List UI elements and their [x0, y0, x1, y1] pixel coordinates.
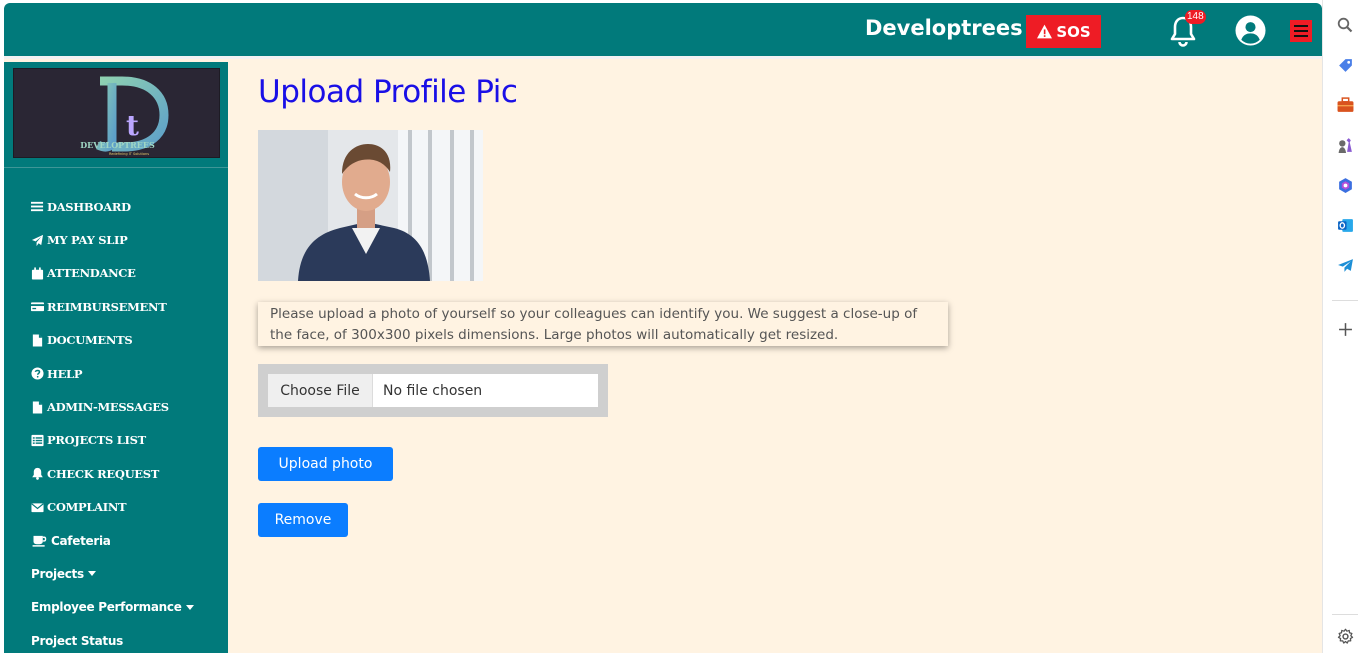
caret-down-icon — [185, 604, 194, 610]
paper-plane-icon — [31, 234, 44, 247]
file-status-text: No file chosen — [383, 382, 483, 399]
sidebar-item-label: ADMIN-MESSAGES — [47, 400, 169, 415]
file-input-wrapper: Choose File No file chosen — [258, 364, 608, 417]
file-input[interactable]: Choose File No file chosen — [268, 374, 598, 407]
list-icon — [31, 434, 44, 447]
envelope-icon — [31, 501, 44, 514]
sidebar-item-reimbursement[interactable]: REIMBURSEMENT — [31, 290, 194, 323]
bell-icon — [31, 467, 44, 481]
sidebar-item-label: Projects — [31, 566, 84, 581]
notification-count-badge: 148 — [1185, 10, 1206, 24]
sidebar-item-employee-performance[interactable]: Employee Performance — [31, 591, 194, 624]
sidebar-item-admin-messages[interactable]: ADMIN-MESSAGES — [31, 390, 194, 423]
sidebar-item-attendance[interactable]: ATTENDANCE — [31, 257, 194, 290]
rail-divider — [1332, 614, 1358, 615]
briefcase-icon[interactable] — [1335, 95, 1355, 115]
company-logo[interactable]: t DEVELOPTREES Redefining IT Solutions — [13, 68, 220, 158]
sidebar: t DEVELOPTREES Redefining IT Solutions D… — [4, 62, 228, 653]
credit-card-icon — [31, 300, 44, 313]
svg-text:t: t — [126, 109, 139, 142]
send-icon[interactable] — [1335, 255, 1355, 275]
app-window: Developtrees SOS 148 t DEVELOPTREES Rede… — [4, 3, 1322, 653]
upload-photo-button[interactable]: Upload photo — [258, 447, 393, 481]
sidebar-item-my-pay-slip[interactable]: MY PAY SLIP — [31, 223, 194, 256]
sidebar-item-label: REIMBURSEMENT — [47, 299, 167, 314]
rail-divider — [1332, 300, 1358, 301]
sos-button[interactable]: SOS — [1026, 15, 1101, 48]
sidebar-item-check-request[interactable]: CHECK REQUEST — [31, 457, 194, 490]
sidebar-item-projects[interactable]: Projects — [31, 557, 194, 590]
file-icon — [31, 334, 44, 347]
sidebar-item-cafeteria[interactable]: Cafeteria — [31, 524, 194, 557]
sidebar-item-projects-list[interactable]: PROJECTS LIST — [31, 424, 194, 457]
caret-down-icon — [87, 571, 96, 577]
question-circle-icon — [31, 367, 44, 380]
developtrees-logo-graphic: t DEVELOPTREES Redefining IT Solutions — [80, 76, 169, 156]
upload-instructions: Please upload a photo of yourself so you… — [258, 302, 948, 346]
sidebar-item-help[interactable]: HELP — [31, 357, 194, 390]
sidebar-nav: DASHBOARD MY PAY SLIP ATTENDANCE REIMBUR… — [31, 190, 194, 653]
sidebar-item-label: Employee Performance — [31, 600, 182, 615]
file-icon — [31, 400, 44, 414]
logo-wordmark: DEVELOPTREES — [80, 140, 155, 150]
choose-file-button[interactable]: Choose File — [268, 374, 373, 407]
sidebar-item-label: CHECK REQUEST — [47, 466, 160, 481]
sidebar-item-label: Project Status — [31, 633, 123, 648]
menu-line — [1294, 35, 1308, 37]
sidebar-divider — [4, 167, 228, 168]
sidebar-item-label: MY PAY SLIP — [47, 233, 128, 248]
sidebar-item-label: ATTENDANCE — [47, 266, 136, 281]
sidebar-item-documents[interactable]: DOCUMENTS — [31, 324, 194, 357]
menu-line — [1294, 25, 1308, 27]
menu-line — [1294, 30, 1308, 32]
settings-icon[interactable] — [1335, 626, 1355, 646]
remove-photo-button[interactable]: Remove — [258, 503, 348, 537]
sidebar-item-complaint[interactable]: COMPLAINT — [31, 491, 194, 524]
profile-photo — [258, 130, 483, 281]
sidebar-item-label: DASHBOARD — [47, 199, 131, 214]
logo-tagline: Redefining IT Solutions — [109, 152, 149, 156]
bars-icon — [31, 200, 44, 213]
search-icon[interactable] — [1335, 15, 1355, 35]
brand-name[interactable]: Developtrees — [865, 16, 1023, 40]
top-navbar: Developtrees SOS 148 — [4, 3, 1322, 59]
page-title: Upload Profile Pic — [258, 74, 518, 110]
sidebar-item-dashboard[interactable]: DASHBOARD — [31, 190, 194, 223]
chess-icon[interactable] — [1335, 135, 1355, 155]
sidebar-item-label: COMPLAINT — [47, 500, 127, 515]
user-account-icon[interactable] — [1235, 15, 1266, 46]
menu-toggle-button[interactable] — [1290, 20, 1312, 42]
copilot-icon[interactable] — [1335, 175, 1355, 195]
calendar-icon — [31, 267, 44, 280]
browser-side-rail — [1322, 0, 1366, 653]
outlook-icon[interactable] — [1335, 215, 1355, 235]
sidebar-item-label: Cafeteria — [51, 533, 111, 548]
sidebar-item-label: HELP — [47, 366, 83, 381]
sos-label: SOS — [1056, 22, 1091, 41]
sidebar-item-label: PROJECTS LIST — [47, 433, 146, 448]
warning-icon — [1037, 24, 1053, 39]
sidebar-item-label: DOCUMENTS — [47, 333, 133, 348]
tag-icon[interactable] — [1335, 55, 1355, 75]
plus-icon[interactable] — [1335, 319, 1355, 339]
main-content: Upload Profile Pic Please upload a photo… — [228, 62, 1322, 653]
sidebar-item-project-status[interactable]: Project Status — [31, 624, 194, 653]
coffee-icon — [31, 534, 48, 547]
